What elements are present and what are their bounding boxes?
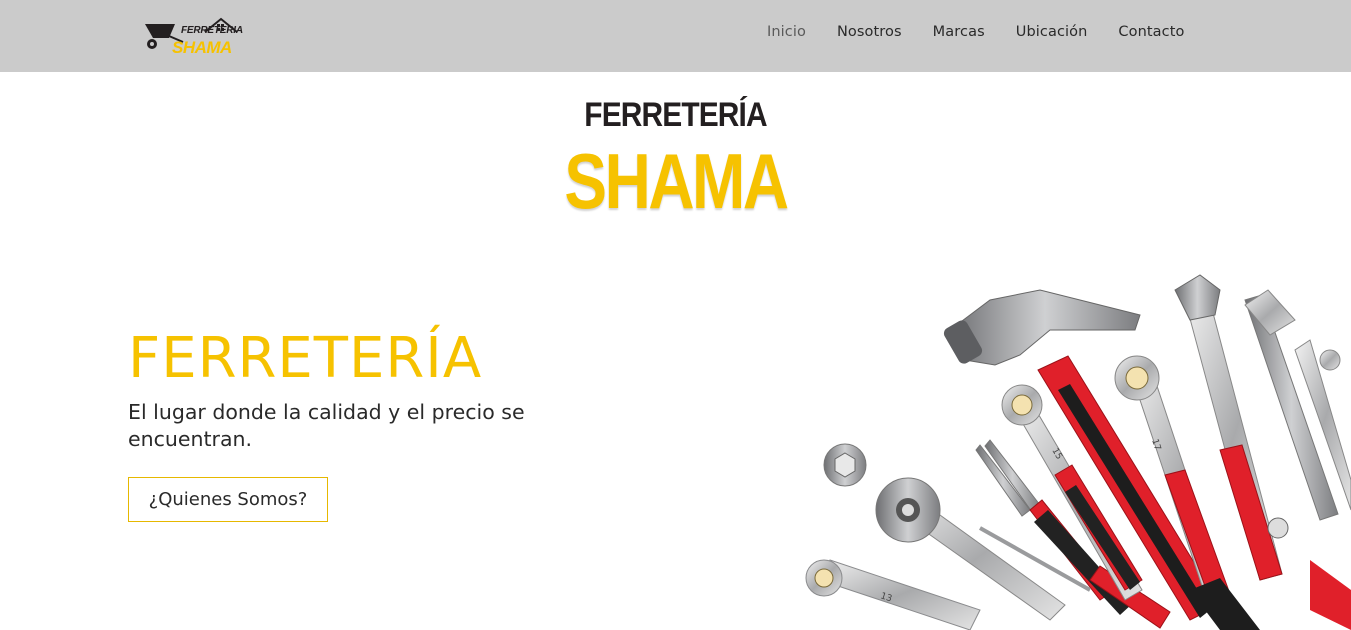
main-nav: Inicio Nosotros Marcas Ubicación Contact… bbox=[767, 24, 1216, 40]
nav-link-contacto[interactable]: Contacto bbox=[1118, 24, 1184, 40]
logo-text-ferreteria: FERRETERIA bbox=[181, 25, 243, 36]
brand-logo-ferreteria: FERRETERÍA bbox=[584, 96, 767, 134]
hero-subtitle: El lugar donde la calidad y el precio se… bbox=[128, 400, 525, 451]
top-navbar: FERRETERIA SHAMA Inicio Nosotros Marcas … bbox=[0, 0, 1351, 72]
nav-link-marcas[interactable]: Marcas bbox=[933, 24, 985, 40]
hero-title: FERRETERÍA bbox=[128, 326, 483, 391]
brand-logo-shama: SHAMA bbox=[564, 137, 789, 225]
combination-wrench-icon: 13 bbox=[805, 559, 981, 630]
socket-icon bbox=[823, 443, 867, 487]
nav-link-ubicacion[interactable]: Ubicación bbox=[1016, 24, 1088, 40]
tool-handle-red-icon bbox=[1310, 560, 1351, 630]
nav-link-nosotros[interactable]: Nosotros bbox=[837, 24, 902, 40]
nav-link-inicio[interactable]: Inicio bbox=[767, 24, 806, 40]
logo-text-shama: SHAMA bbox=[172, 38, 232, 57]
tools-image: 13 15 17 bbox=[805, 274, 1351, 630]
quienes-somos-button[interactable]: ¿Quienes Somos? bbox=[128, 477, 328, 522]
site-logo[interactable]: FERRETERIA SHAMA bbox=[143, 14, 243, 60]
